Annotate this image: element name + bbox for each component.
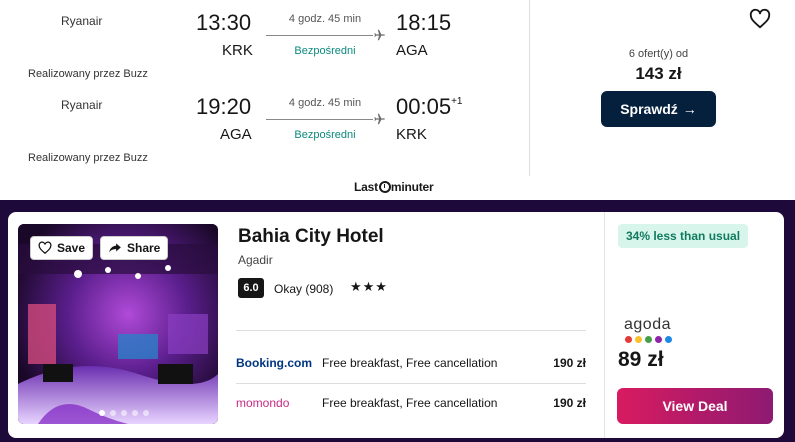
divider xyxy=(236,330,586,331)
inbound-leg: Ryanair 19:20 AGA 4 godz. 45 min Bezpośr… xyxy=(0,84,530,164)
check-button[interactable]: Sprawdź → xyxy=(601,91,716,127)
check-button-label: Sprawdź xyxy=(620,101,678,117)
arrival-time: 00:05+1 xyxy=(396,94,462,120)
next-day-indicator: +1 xyxy=(451,96,463,107)
hotel-name[interactable]: Bahia City Hotel xyxy=(238,226,384,248)
share-button[interactable]: Share xyxy=(100,236,169,260)
partner-logo-text-a: Last xyxy=(354,180,378,194)
operated-by: Realizowany przez Buzz xyxy=(28,152,148,164)
carousel-dot[interactable] xyxy=(99,410,105,416)
arrival-time: 18:15 xyxy=(396,10,452,35)
view-deal-label: View Deal xyxy=(662,398,728,414)
plane-icon xyxy=(374,113,385,125)
provider-price: 190 zł xyxy=(553,396,586,410)
provider-row-booking[interactable]: Booking.com Free breakfast, Free cancell… xyxy=(236,345,586,381)
departure-airport: AGA xyxy=(220,126,252,143)
departure-time: 13:30 xyxy=(196,10,252,35)
partner-logo-text-b: minuter xyxy=(390,180,434,194)
divider xyxy=(236,383,586,384)
card-divider xyxy=(529,0,530,176)
operated-by: Realizowany przez Buzz xyxy=(28,68,148,80)
carousel-dot[interactable] xyxy=(143,410,149,416)
deal-divider xyxy=(604,212,605,438)
arrival-time-value: 00:05 xyxy=(396,94,452,119)
hotel-card[interactable]: Save Share Bahia City Hotel Agadir 6.0 O… xyxy=(8,212,784,438)
departure-airport: KRK xyxy=(222,42,253,59)
direct-flight-label: Bezpośredni xyxy=(294,129,356,141)
provider-amenities: Free breakfast, Free cancellation xyxy=(322,356,498,370)
flight-result-card[interactable]: Ryanair 13:30 KRK 4 godz. 45 min Bezpośr… xyxy=(0,0,795,200)
provider-amenities: Free breakfast, Free cancellation xyxy=(322,396,498,410)
outbound-leg: Ryanair 13:30 KRK 4 godz. 45 min Bezpośr… xyxy=(0,0,530,80)
arrival-airport: KRK xyxy=(396,126,427,143)
review-summary: Okay (908) xyxy=(274,282,334,296)
plane-icon xyxy=(374,29,385,41)
hotel-photo[interactable]: Save Share xyxy=(18,224,218,424)
direct-flight-label: Bezpośredni xyxy=(294,45,356,57)
provider-row-momondo[interactable]: momondo Free breakfast, Free cancellatio… xyxy=(236,385,586,421)
hotel-city: Agadir xyxy=(238,253,273,267)
heart-icon xyxy=(38,241,52,255)
hotel-best-price: 89 zł xyxy=(618,348,664,371)
flight-duration: 4 godz. 45 min xyxy=(288,97,362,109)
save-label: Save xyxy=(57,241,86,255)
provider-price: 190 zł xyxy=(553,356,586,370)
carousel-dot[interactable] xyxy=(110,410,116,416)
heart-icon[interactable] xyxy=(749,8,771,30)
clock-icon xyxy=(378,181,391,193)
airline-name: Ryanair xyxy=(61,98,103,112)
partner-logo: Last minuter xyxy=(354,178,434,196)
route-line xyxy=(266,35,373,36)
review-score: 6.0 xyxy=(238,278,264,298)
agoda-logo-dots xyxy=(625,336,672,343)
flight-duration: 4 godz. 45 min xyxy=(288,13,362,25)
share-label: Share xyxy=(127,241,161,255)
star-rating: ★★★ xyxy=(350,279,388,294)
route-line xyxy=(266,119,373,120)
share-icon xyxy=(109,243,121,253)
departure-time: 19:20 xyxy=(196,94,252,119)
offers-count: 6 ofert(y) od xyxy=(628,48,689,60)
arrow-right-icon: → xyxy=(682,101,697,117)
booking-logo: Booking.com xyxy=(236,356,313,370)
airline-name: Ryanair xyxy=(61,14,103,28)
momondo-logo: momondo xyxy=(236,396,290,410)
flight-price: 143 zł xyxy=(635,64,682,83)
arrival-airport: AGA xyxy=(396,42,428,59)
view-deal-button[interactable]: View Deal xyxy=(617,388,773,424)
carousel-dot[interactable] xyxy=(132,410,138,416)
agoda-logo: agoda xyxy=(624,316,671,333)
carousel-dot[interactable] xyxy=(121,410,127,416)
save-button[interactable]: Save xyxy=(30,236,94,260)
deal-badge: 34% less than usual xyxy=(618,224,749,248)
photo-carousel-dots[interactable] xyxy=(99,410,149,416)
